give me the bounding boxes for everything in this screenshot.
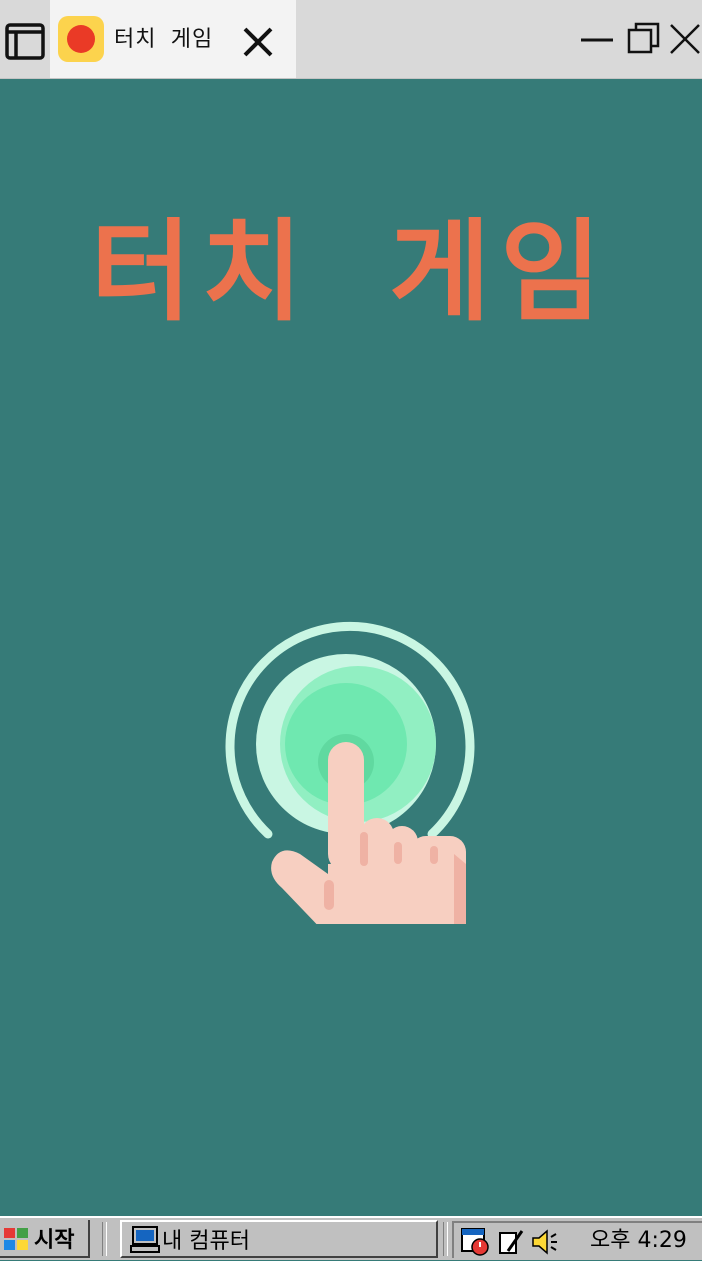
restore-icon[interactable] xyxy=(626,20,664,58)
clock[interactable]: 오후 4:29 xyxy=(590,1225,687,1257)
start-button[interactable]: 시작 xyxy=(0,1220,90,1258)
taskbar: 시작 내 컴퓨터 오후 4:29 xyxy=(0,1216,702,1260)
browser-tab[interactable]: 터치 게임 xyxy=(50,0,296,78)
taskbar-separator xyxy=(443,1222,448,1256)
window-menu-icon[interactable] xyxy=(4,20,46,62)
red-dot-favicon-icon xyxy=(58,16,104,62)
start-label: 시작 xyxy=(34,1228,75,1253)
title-bar: 터치 게임 xyxy=(0,0,702,79)
taskbar-separator xyxy=(102,1222,107,1256)
touch-hand-icon[interactable] xyxy=(210,524,490,992)
scheduler-icon[interactable] xyxy=(460,1227,490,1257)
minimize-icon[interactable] xyxy=(578,20,616,58)
game-title: 터치 게임 xyxy=(90,208,612,336)
computer-icon xyxy=(130,1226,160,1253)
tab-title: 터치 게임 xyxy=(114,27,214,52)
close-window-icon[interactable] xyxy=(668,20,702,58)
system-tray: 오후 4:29 xyxy=(452,1221,702,1258)
volume-icon[interactable] xyxy=(530,1227,560,1257)
taskbar-item-label: 내 컴퓨터 xyxy=(162,1229,250,1254)
tab-close-icon[interactable] xyxy=(240,24,276,60)
pen-icon[interactable] xyxy=(496,1227,526,1257)
game-screen[interactable]: 터치 게임 xyxy=(0,79,702,1216)
taskbar-item-my-computer[interactable]: 내 컴퓨터 xyxy=(120,1220,438,1258)
windows-logo-icon xyxy=(4,1228,28,1250)
